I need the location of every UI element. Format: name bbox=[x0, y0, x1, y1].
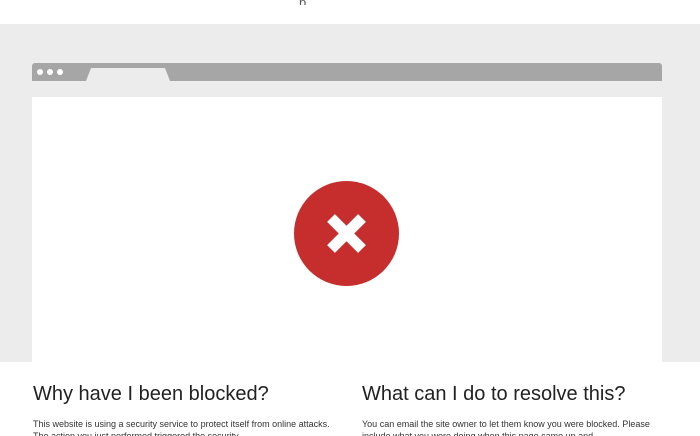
resolve-heading: What can I do to resolve this? bbox=[362, 383, 626, 405]
window-dot-icon bbox=[57, 69, 63, 75]
window-dot-icon bbox=[37, 69, 43, 75]
why-blocked-text: This website is using a security service… bbox=[33, 419, 330, 436]
why-blocked-heading: Why have I been blocked? bbox=[33, 383, 269, 405]
window-dots bbox=[37, 69, 63, 75]
error-x-icon bbox=[294, 181, 399, 286]
header-partial-text: p bbox=[299, 0, 306, 5]
resolve-section: What can I do to resolve this? You can e… bbox=[362, 382, 662, 436]
resolve-text: You can email the site owner to let them… bbox=[362, 419, 650, 436]
info-section: Why have I been blocked? This website is… bbox=[0, 362, 700, 436]
browser-tab-illustration bbox=[86, 68, 170, 81]
why-blocked-section: Why have I been blocked? This website is… bbox=[33, 382, 333, 436]
browser-window-illustration bbox=[32, 63, 662, 81]
window-dot-icon bbox=[47, 69, 53, 75]
top-bar: p bbox=[0, 0, 700, 24]
